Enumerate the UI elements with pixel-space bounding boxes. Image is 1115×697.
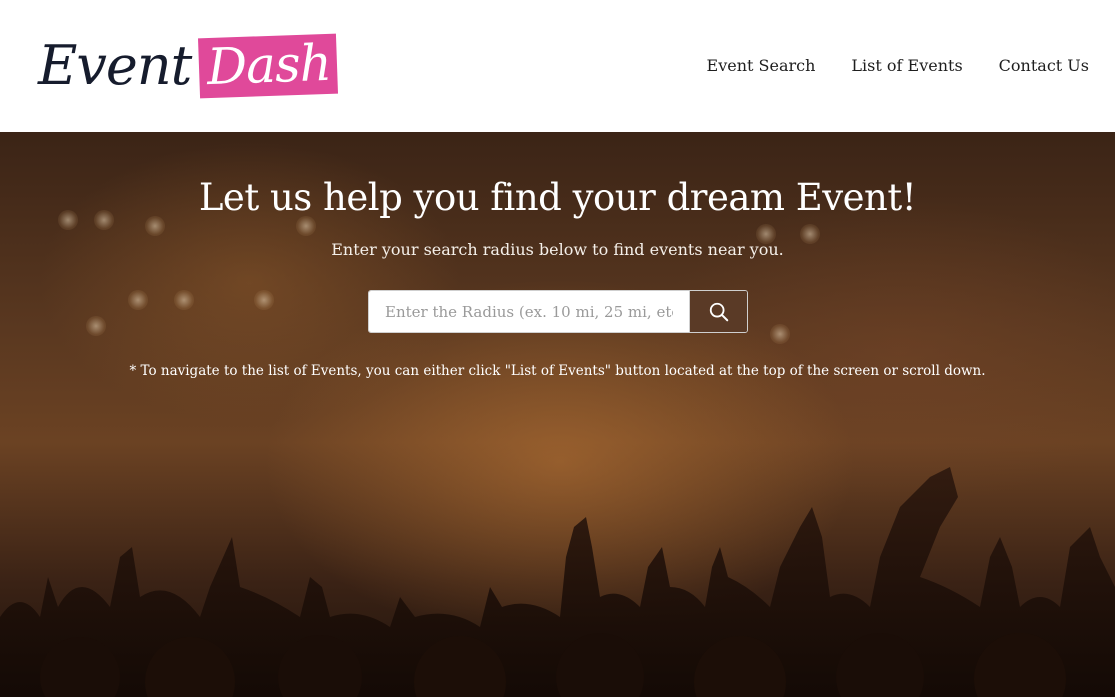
logo-word-dash: Dash <box>206 33 333 97</box>
site-header: Event Dash Event Search List of Events C… <box>0 0 1115 132</box>
crowd-silhouette <box>0 467 1115 697</box>
search-icon <box>709 302 728 321</box>
hero-banner: Let us help you find your dream Event! E… <box>0 132 1115 697</box>
stage-light <box>145 216 165 236</box>
logo-dash-badge: Dash <box>198 33 339 99</box>
stage-light <box>174 290 194 310</box>
main-nav: Event Search List of Events Contact Us <box>707 56 1089 75</box>
search-button[interactable] <box>689 291 747 332</box>
stage-light <box>770 324 790 344</box>
nav-list-of-events[interactable]: List of Events <box>851 56 962 75</box>
logo[interactable]: Event Dash <box>38 28 339 104</box>
hero-subtitle: Enter your search radius below to find e… <box>331 240 784 259</box>
logo-word-event: Event <box>38 34 192 97</box>
navigation-hint: * To navigate to the list of Events, you… <box>129 363 986 379</box>
stage-light <box>254 290 274 310</box>
radius-search-bar <box>368 290 748 333</box>
nav-contact-us[interactable]: Contact Us <box>999 56 1089 75</box>
hero-title: Let us help you find your dream Event! <box>198 176 917 219</box>
nav-event-search[interactable]: Event Search <box>707 56 816 75</box>
radius-search-input[interactable] <box>369 291 689 332</box>
stage-light <box>296 216 316 236</box>
stage-light <box>86 316 106 336</box>
stage-light <box>128 290 148 310</box>
